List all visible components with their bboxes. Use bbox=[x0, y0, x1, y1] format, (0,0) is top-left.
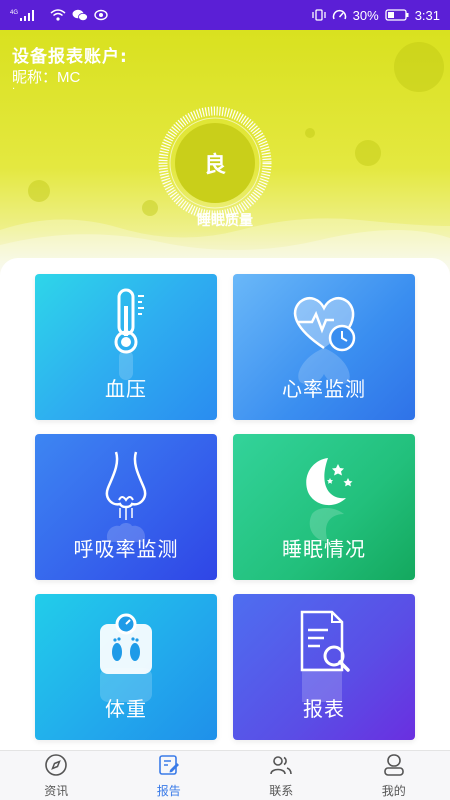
tile-label: 心率监测 bbox=[282, 377, 366, 401]
function-panel: 血压 心率监测 呼吸率监测 睡眠情况 体重 报表 bbox=[0, 258, 450, 750]
bottom-nav: 资讯 报告 联系 我的 bbox=[0, 750, 450, 800]
battery-icon bbox=[385, 9, 409, 21]
decor-bubble bbox=[355, 140, 381, 166]
tile-label: 呼吸率监测 bbox=[73, 537, 179, 561]
wifi-icon bbox=[50, 9, 66, 21]
profile-icon bbox=[382, 753, 406, 780]
nav-item-contact[interactable]: 联系 bbox=[225, 751, 338, 800]
wechat-icon bbox=[72, 9, 88, 22]
tile-blood-pressure[interactable]: 血压 bbox=[35, 274, 217, 420]
tile-heart-rate[interactable]: 心率监测 bbox=[233, 274, 415, 420]
nickname-label: 昵称： bbox=[12, 69, 58, 86]
tile-respiration[interactable]: 呼吸率监测 bbox=[35, 434, 217, 580]
status-bar: 4G 30% 3:31 bbox=[0, 0, 450, 30]
eye-icon bbox=[94, 9, 108, 21]
battery-percent: 30% bbox=[352, 7, 379, 23]
sleep-quality-value: 良 bbox=[175, 123, 255, 203]
decor-bubble bbox=[394, 42, 444, 92]
clock-time: 3:31 bbox=[414, 7, 440, 23]
status-left: 4G bbox=[10, 8, 108, 22]
report-edit-icon bbox=[157, 753, 181, 780]
sleep-quality-label: 睡眠质量 bbox=[197, 213, 253, 229]
tile-label: 报表 bbox=[303, 697, 345, 721]
tile-label: 血压 bbox=[105, 377, 147, 401]
speed-icon bbox=[332, 9, 347, 21]
nickname: 昵称：MC bbox=[12, 66, 80, 87]
compass-icon bbox=[44, 753, 68, 780]
dot-mark: · bbox=[12, 84, 16, 95]
nav-item-report[interactable]: 报告 bbox=[113, 751, 226, 800]
tile-label: 体重 bbox=[105, 697, 147, 721]
nav-label: 联系 bbox=[269, 783, 294, 798]
sleep-quality-ring[interactable]: 良 bbox=[158, 106, 272, 220]
decor-bubble bbox=[305, 128, 315, 138]
nav-item-news[interactable]: 资讯 bbox=[0, 751, 113, 800]
contacts-icon bbox=[269, 753, 293, 780]
tile-report[interactable]: 报表 bbox=[233, 594, 415, 740]
nav-label: 资讯 bbox=[44, 783, 69, 798]
nav-label: 报告 bbox=[156, 783, 181, 798]
tile-label: 睡眠情况 bbox=[282, 537, 366, 561]
header-banner: 设备报表账户: 昵称：MC · 良 睡眠质量 bbox=[0, 30, 450, 280]
status-right: 30% 3:31 bbox=[312, 8, 440, 23]
vibrate-icon bbox=[312, 9, 326, 21]
network-type: 4G bbox=[10, 10, 18, 16]
nickname-value: MC bbox=[57, 69, 81, 86]
nav-item-mine[interactable]: 我的 bbox=[338, 751, 450, 800]
tile-weight[interactable]: 体重 bbox=[35, 594, 217, 740]
account-title: 设备报表账户: bbox=[12, 47, 128, 67]
signal-icon: 4G bbox=[10, 8, 44, 22]
tile-sleep[interactable]: 睡眠情况 bbox=[233, 434, 415, 580]
nav-label: 我的 bbox=[381, 783, 406, 798]
